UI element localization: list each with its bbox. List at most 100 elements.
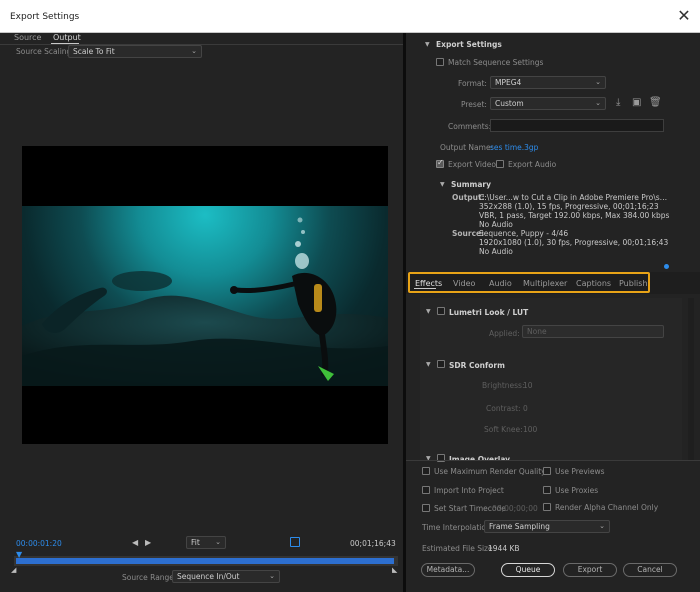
collapse-arrow-icon[interactable]: ▼ [426, 361, 431, 368]
tab-audio[interactable]: Audio [489, 279, 512, 288]
use-proxies-label: Use Proxies [555, 486, 599, 495]
export-audio-checkbox[interactable] [496, 160, 504, 168]
summary-header: Summary [451, 180, 492, 189]
step-back-icon[interactable]: ◀ [132, 538, 138, 547]
summary-source-line: No Audio [479, 247, 513, 256]
save-preset-icon[interactable]: ⤓ [616, 97, 620, 108]
preset-select[interactable]: Custom ⌄ [490, 97, 606, 110]
tab-multiplexer[interactable]: Multiplexer [523, 279, 567, 288]
use-previews-checkbox[interactable] [543, 467, 551, 475]
underwater-scene-image [22, 217, 388, 386]
render-alpha-checkbox[interactable] [543, 503, 551, 511]
source-range-select[interactable]: Sequence In/Out ⌄ [172, 570, 280, 583]
set-start-tc-checkbox[interactable] [422, 504, 430, 512]
summary-output-lines: C:\User...w to Cut a Clip in Adobe Premi… [479, 193, 669, 229]
playhead-icon[interactable]: ▼ [16, 550, 22, 559]
preview-frame-image [22, 206, 388, 386]
use-proxies-checkbox[interactable] [543, 486, 551, 494]
out-point-icon[interactable]: ◣ [392, 566, 397, 574]
contrast-value[interactable]: 0 [523, 404, 528, 413]
comments-label: Comments: [448, 122, 492, 131]
applied-label: Applied: [489, 329, 520, 338]
tab-effects[interactable]: Effects [415, 279, 442, 288]
summary-output-line: VBR, 1 pass, Target 192.00 kbps, Max 384… [479, 211, 670, 220]
applied-select[interactable]: None [522, 325, 664, 338]
close-icon[interactable]: ✕ [676, 8, 692, 24]
window-title: Export Settings [10, 12, 80, 22]
scroll-indicator-icon[interactable] [664, 264, 669, 269]
queue-button[interactable]: Queue [501, 563, 555, 577]
start-tc-value[interactable]: 00;00;00;00 [492, 504, 538, 513]
contrast-label: Contrast: [486, 404, 521, 413]
applied-value: None [527, 327, 547, 336]
export-video-label: Export Video [448, 160, 496, 169]
effects-panel [420, 298, 682, 460]
summary-source-line: Sequence, Puppy - 4/46 [479, 229, 569, 238]
preset-label: Preset: [461, 100, 487, 109]
sdr-conform-checkbox[interactable] [437, 360, 445, 368]
export-button[interactable]: Export [563, 563, 617, 577]
time-interp-value: Frame Sampling [489, 522, 550, 531]
collapse-arrow-icon[interactable]: ▼ [440, 181, 445, 188]
export-video-checkbox[interactable] [436, 158, 444, 168]
in-point-icon[interactable]: ◢ [11, 566, 16, 574]
cancel-button[interactable]: Cancel [623, 563, 677, 577]
tab-video[interactable]: Video [453, 279, 475, 288]
format-label: Format: [458, 79, 487, 88]
collapse-arrow-icon[interactable]: ▼ [425, 41, 430, 48]
source-range-label: Source Range: [122, 573, 177, 582]
output-name-link[interactable]: ses time.3gp [490, 143, 538, 152]
tab-captions[interactable]: Captions [576, 279, 611, 288]
chevron-down-icon: ⌄ [595, 78, 601, 86]
match-sequence-label: Match Sequence Settings [448, 58, 544, 67]
delete-preset-icon[interactable]: 🗑 [649, 97, 662, 108]
import-preset-icon[interactable]: ▣ [632, 97, 641, 108]
comments-input[interactable] [490, 119, 664, 132]
match-sequence-checkbox[interactable] [436, 58, 444, 66]
source-range-value: Sequence In/Out [177, 572, 240, 581]
brightness-value[interactable]: 10 [523, 381, 533, 390]
use-previews-label: Use Previews [555, 467, 605, 476]
import-project-checkbox[interactable] [422, 486, 430, 494]
export-frame-icon[interactable] [290, 537, 300, 547]
output-name-label: Output Name: [440, 143, 494, 152]
chevron-down-icon: ⌄ [215, 538, 221, 546]
source-scaling-select[interactable]: Scale To Fit ⌄ [68, 45, 202, 58]
chevron-down-icon: ⌄ [599, 522, 605, 530]
max-render-label: Use Maximum Render Quality [434, 467, 546, 476]
lumetri-header: Lumetri Look / LUT [449, 308, 529, 317]
tab-source[interactable]: Source [14, 33, 41, 42]
max-render-checkbox[interactable] [422, 467, 430, 475]
file-size-value: 1944 KB [488, 544, 520, 553]
metadata-button[interactable]: Metadata... [421, 563, 475, 577]
source-scaling-label: Source Scaling: [16, 47, 74, 56]
chevron-down-icon: ⌄ [595, 99, 601, 107]
export-audio-label: Export Audio [508, 160, 557, 169]
soft-knee-label: Soft Knee: [484, 425, 523, 434]
lumetri-checkbox[interactable] [437, 307, 445, 315]
effects-scrollbar[interactable] [688, 298, 694, 460]
summary-source-line: 1920x1080 (1.0), 30 fps, Progressive, 00… [479, 238, 669, 247]
export-settings-header: Export Settings [436, 40, 502, 49]
preset-value: Custom [495, 99, 524, 108]
tab-publish[interactable]: Publish [619, 279, 648, 288]
format-select[interactable]: MPEG4 ⌄ [490, 76, 606, 89]
source-scaling-value: Scale To Fit [73, 47, 115, 56]
collapse-arrow-icon[interactable]: ▼ [426, 308, 431, 315]
sdr-conform-header: SDR Conform [449, 361, 505, 370]
soft-knee-value[interactable]: 100 [523, 425, 537, 434]
zoom-fit-value: Fit [191, 538, 200, 547]
tab-output[interactable]: Output [53, 33, 81, 42]
timecode-start[interactable]: 00:00:01:20 [16, 539, 62, 548]
chevron-down-icon: ⌄ [191, 47, 197, 55]
time-interp-select[interactable]: Frame Sampling ⌄ [484, 520, 610, 533]
summary-output-line: C:\User...w to Cut a Clip in Adobe Premi… [479, 193, 669, 202]
step-forward-icon[interactable]: ▶ [145, 538, 151, 547]
zoom-fit-select[interactable]: Fit ⌄ [186, 536, 226, 549]
chevron-down-icon: ⌄ [269, 572, 275, 580]
summary-output-line: No Audio [479, 220, 513, 229]
summary-source-lines: Sequence, Puppy - 4/46 1920x1080 (1.0), … [479, 229, 669, 256]
timecode-end: 00;01;16;43 [350, 539, 396, 548]
timeline-range-bar[interactable] [16, 558, 394, 564]
bottom-options-divider [406, 460, 700, 461]
